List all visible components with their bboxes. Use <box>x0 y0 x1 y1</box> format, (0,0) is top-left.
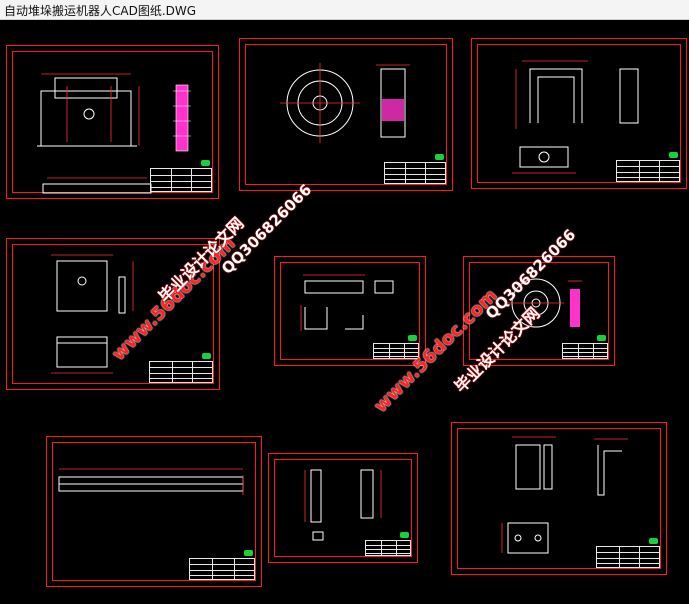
sheet-1-base-plate[interactable] <box>6 45 219 199</box>
sheet-2-gear-wheel[interactable] <box>239 38 453 191</box>
window-title-bar: 自动堆垛搬运机器人CAD图纸.DWG <box>0 0 689 20</box>
cad-drawing-canvas[interactable]: www.56doc.com QQ306826066 毕业设计论文网 www.56… <box>0 20 689 604</box>
sheet-5-angle-plate[interactable] <box>274 256 426 366</box>
sheet-9-bracket-assembly[interactable] <box>451 422 667 575</box>
sheet-7-rack-bar[interactable] <box>46 436 262 587</box>
window-title: 自动堆垛搬运机器人CAD图纸.DWG <box>4 4 197 18</box>
sheet-8-rod-parts[interactable] <box>268 453 418 563</box>
sheet-3-u-bracket[interactable] <box>471 38 687 189</box>
